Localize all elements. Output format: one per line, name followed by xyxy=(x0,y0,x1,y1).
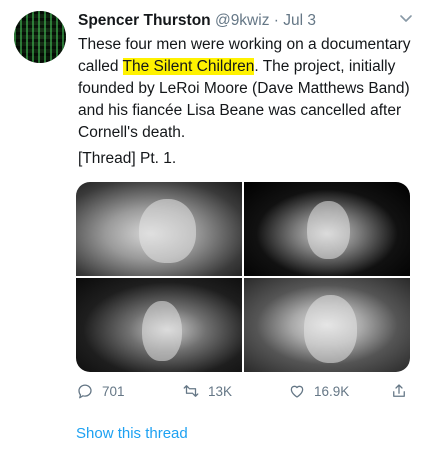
photo-1[interactable] xyxy=(76,182,242,276)
retweet-icon xyxy=(183,385,199,397)
tweet-header: Spencer Thurston @9kwiz · Jul 3 xyxy=(78,12,316,30)
chevron-down-icon[interactable] xyxy=(399,14,413,24)
reply-icon xyxy=(78,384,92,399)
tweet-text: These four men were working on a documen… xyxy=(78,34,418,144)
avatar[interactable] xyxy=(14,11,66,63)
like-count: 16.9K xyxy=(314,383,350,399)
author-name[interactable]: Spencer Thurston xyxy=(78,12,211,29)
action-bar: 701 13K 16.9K xyxy=(76,382,416,404)
heart-icon xyxy=(290,385,304,398)
separator: · xyxy=(273,12,279,29)
reply-button[interactable]: 701 xyxy=(76,382,125,400)
tweet-date[interactable]: Jul 3 xyxy=(283,12,316,29)
highlighted-text: The Silent Children xyxy=(122,58,255,75)
photo-4[interactable] xyxy=(244,278,410,372)
thread-marker: [Thread] Pt. 1. xyxy=(78,150,177,167)
retweet-count: 13K xyxy=(208,383,233,399)
share-button[interactable] xyxy=(390,382,408,400)
author-handle[interactable]: @9kwiz xyxy=(215,12,270,29)
photo-3[interactable] xyxy=(76,278,242,372)
reply-count: 701 xyxy=(102,383,125,399)
show-thread-link[interactable]: Show this thread xyxy=(76,425,188,442)
media-grid xyxy=(76,182,410,372)
share-icon xyxy=(393,384,405,397)
like-button[interactable]: 16.9K xyxy=(288,382,349,400)
retweet-button[interactable]: 13K xyxy=(182,382,232,400)
photo-2[interactable] xyxy=(244,182,410,276)
